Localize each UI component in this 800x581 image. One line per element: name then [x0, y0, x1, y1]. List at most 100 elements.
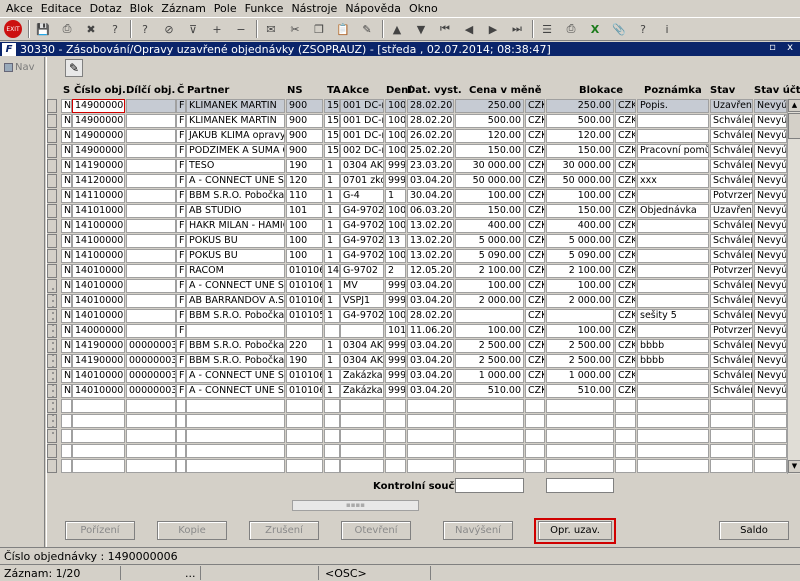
- cell-stavuc[interactable]: Nevyúčt: [754, 234, 787, 248]
- cell-partner[interactable]: A - CONNECT UNE SPOL: [186, 384, 285, 398]
- cell-bmena[interactable]: CZK: [615, 174, 636, 188]
- cell-cislo[interactable]: 1401000016: [72, 279, 125, 293]
- last-icon[interactable]: ⏭: [508, 20, 526, 38]
- cell-ns[interactable]: [286, 444, 323, 458]
- insert-record-icon[interactable]: +: [208, 20, 226, 38]
- cell-blokace[interactable]: 500.00: [546, 114, 614, 128]
- cell-bmena[interactable]: CZK: [615, 234, 636, 248]
- cell-poznamka[interactable]: [637, 384, 709, 398]
- cell-blokace[interactable]: [546, 459, 614, 473]
- cell-cislo[interactable]: [72, 459, 125, 473]
- cell-akce[interactable]: 0304 AKCI: [340, 339, 384, 353]
- cell-akce[interactable]: G4-9702-2: [340, 249, 384, 263]
- cell-deni[interactable]: 9999: [385, 384, 406, 398]
- cell-cena[interactable]: 5 090.00: [455, 249, 524, 263]
- row-indicator[interactable]: [47, 249, 57, 263]
- cell-akce[interactable]: 0701 zkou: [340, 174, 384, 188]
- grid-drag-handle[interactable]: [50, 286, 56, 436]
- cell-stavuc[interactable]: Nevyúčt: [754, 339, 787, 353]
- cell-akce[interactable]: G4-9702-2: [340, 309, 384, 323]
- cell-bmena[interactable]: [615, 444, 636, 458]
- cell-c[interactable]: F: [176, 174, 186, 188]
- row-indicator[interactable]: [47, 204, 57, 218]
- cell-cena[interactable]: 510.00: [455, 384, 524, 398]
- cell-cena[interactable]: 30 000.00: [455, 159, 524, 173]
- opr-uzav-button[interactable]: Opr. uzav.: [538, 521, 612, 540]
- cell-cislo[interactable]: 1419000006: [72, 339, 125, 353]
- cell-stavuc[interactable]: [754, 459, 787, 473]
- cell-ns[interactable]: 010106: [286, 369, 323, 383]
- cell-deni[interactable]: 1008: [385, 99, 406, 113]
- cell-s[interactable]: [61, 414, 72, 428]
- attach-icon[interactable]: 📎: [610, 20, 628, 38]
- cell-stav[interactable]: [710, 414, 753, 428]
- cell-akce[interactable]: G4-9702-2: [340, 204, 384, 218]
- cell-dilci[interactable]: [126, 459, 176, 473]
- cell-mena[interactable]: CZK: [525, 114, 545, 128]
- cell-cislo[interactable]: 1410100001: [72, 204, 125, 218]
- cell-mena[interactable]: CZK: [525, 294, 545, 308]
- cell-dilci[interactable]: 0000000369: [126, 369, 176, 383]
- cell-poznamka[interactable]: [637, 234, 709, 248]
- save-icon[interactable]: 💾: [34, 20, 52, 38]
- cell-poznamka[interactable]: bbbb: [637, 354, 709, 368]
- cell-poznamka[interactable]: Objednávka: [637, 204, 709, 218]
- cell-stav[interactable]: Potvrzená: [710, 324, 753, 338]
- cell-cislo[interactable]: 1401000006: [72, 309, 125, 323]
- cell-deni[interactable]: [385, 444, 406, 458]
- cell-blokace[interactable]: 5 090.00: [546, 249, 614, 263]
- down-icon[interactable]: ▼: [412, 20, 430, 38]
- cell-stavuc[interactable]: Nevyúčt: [754, 264, 787, 278]
- cell-ta[interactable]: [324, 429, 340, 443]
- cell-mena[interactable]: [525, 414, 545, 428]
- cell-ns[interactable]: 100: [286, 234, 323, 248]
- cell-ta[interactable]: [324, 414, 340, 428]
- cell-mena[interactable]: CZK: [525, 144, 545, 158]
- cell-s[interactable]: N: [61, 264, 72, 278]
- cell-deni[interactable]: 1006: [385, 249, 406, 263]
- cell-partner[interactable]: AB STUDIO: [186, 204, 285, 218]
- cell-poznamka[interactable]: [637, 279, 709, 293]
- cell-mena[interactable]: CZK: [525, 129, 545, 143]
- row-indicator[interactable]: [47, 189, 57, 203]
- cell-ta[interactable]: 15: [324, 99, 340, 113]
- cell-deni[interactable]: 1006: [385, 204, 406, 218]
- cell-partner[interactable]: TESO: [186, 159, 285, 173]
- cell-cislo[interactable]: 1490000005: [72, 114, 125, 128]
- cell-partner[interactable]: HAKR MILAN - HAMICO: [186, 219, 285, 233]
- cell-bmena[interactable]: CZK: [615, 99, 636, 113]
- cell-cena[interactable]: 2 500.00: [455, 354, 524, 368]
- cell-dilci[interactable]: [126, 129, 176, 143]
- cell-bmena[interactable]: CZK: [615, 129, 636, 143]
- print-icon[interactable]: ⎙: [58, 20, 76, 38]
- cell-cena[interactable]: 50 000.00: [455, 174, 524, 188]
- cell-mena[interactable]: CZK: [525, 384, 545, 398]
- edit-icon[interactable]: ✎: [358, 20, 376, 38]
- cell-dat[interactable]: 13.02.2014: [407, 234, 454, 248]
- cell-poznamka[interactable]: [637, 369, 709, 383]
- cell-dilci[interactable]: [126, 414, 176, 428]
- cell-dilci[interactable]: [126, 324, 176, 338]
- cell-ta[interactable]: 1: [324, 339, 340, 353]
- cell-ta[interactable]: [324, 399, 340, 413]
- menu-item-5[interactable]: Pole: [211, 0, 242, 17]
- cell-akce[interactable]: [340, 444, 384, 458]
- cell-blokace[interactable]: 2 500.00: [546, 339, 614, 353]
- up-icon[interactable]: ▲: [388, 20, 406, 38]
- cell-blokace[interactable]: [546, 444, 614, 458]
- cell-deni[interactable]: [385, 459, 406, 473]
- cell-mena[interactable]: [525, 444, 545, 458]
- cell-stav[interactable]: Schválená: [710, 234, 753, 248]
- cell-partner[interactable]: PODZIMEK A SUMA CO: [186, 144, 285, 158]
- cell-c[interactable]: F: [176, 294, 186, 308]
- copy-icon[interactable]: ❐: [310, 20, 328, 38]
- cell-dat[interactable]: 30.04.2014: [407, 189, 454, 203]
- cell-bmena[interactable]: CZK: [615, 324, 636, 338]
- cell-mena[interactable]: CZK: [525, 174, 545, 188]
- cell-ta[interactable]: 1: [324, 159, 340, 173]
- cell-dat[interactable]: 03.04.2014: [407, 174, 454, 188]
- cell-dilci[interactable]: [126, 429, 176, 443]
- cell-cislo[interactable]: 1401000014: [72, 294, 125, 308]
- cell-akce[interactable]: VSPJ1: [340, 294, 384, 308]
- cell-ns[interactable]: [286, 414, 323, 428]
